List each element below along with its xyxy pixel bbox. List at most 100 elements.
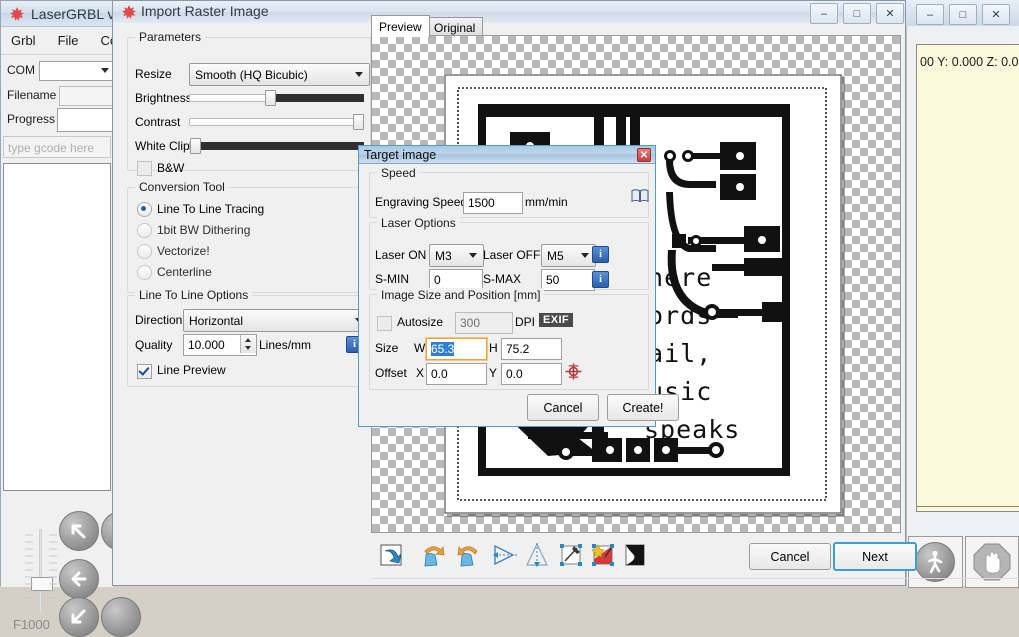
quality-stepper[interactable]: 10.000 (183, 334, 257, 356)
revert-button[interactable] (377, 541, 407, 571)
spin-down-icon[interactable] (245, 346, 251, 350)
crop-button[interactable] (557, 541, 587, 571)
mirror-vertical-button[interactable] (523, 541, 553, 571)
com-port-select[interactable] (39, 61, 113, 81)
white-clip-thumb[interactable] (190, 138, 201, 154)
filename-label: Filename (7, 88, 56, 102)
next-button[interactable]: Next (833, 542, 917, 571)
secondary-window-controls: – □ ✕ (916, 4, 1010, 25)
panel-divider (917, 506, 1019, 507)
dialog-create-button[interactable]: Create! (607, 394, 679, 421)
direction-label: Direction (135, 313, 182, 327)
jog-down-left-button[interactable] (59, 597, 99, 637)
bw-label: B&W (157, 161, 184, 175)
brightness-label: Brightness (135, 91, 192, 105)
brightness-fill (269, 94, 364, 102)
radio-label-vectorize: Vectorize! (157, 244, 210, 258)
menu-grbl[interactable]: Grbl (11, 33, 36, 48)
contrast-label: Contrast (135, 115, 180, 129)
brightness-thumb[interactable] (265, 90, 276, 106)
mirror-horizontal-button[interactable] (491, 541, 521, 571)
dpi-input: 300 (455, 312, 513, 334)
offset-y-input[interactable]: 0.0 (501, 363, 562, 385)
close-button[interactable]: ✕ (982, 4, 1010, 25)
jog-left-button[interactable] (59, 559, 99, 599)
run-icon-circle (915, 542, 955, 582)
contrast-thumb[interactable] (353, 114, 364, 130)
book-icon[interactable] (631, 188, 649, 204)
offset-y-value: 0.0 (506, 367, 523, 381)
radio-vectorize[interactable] (137, 244, 152, 259)
minimize-glyph: – (927, 9, 933, 21)
menu-file[interactable]: File (58, 33, 79, 48)
direction-select[interactable]: Horizontal (183, 309, 370, 332)
gcode-input[interactable]: type gcode here (3, 136, 111, 158)
maximize-glyph: □ (960, 9, 967, 21)
maximize-button[interactable]: □ (949, 4, 977, 25)
feedrate-label: F1000 (13, 617, 50, 632)
resize-select[interactable]: Smooth (HQ Bicubic) (189, 63, 370, 86)
target-dialog-titlebar[interactable]: Target image ✕ (359, 146, 655, 164)
console-listbox[interactable] (3, 163, 111, 491)
dialog-create-label: Create! (623, 401, 664, 415)
width-label: W (414, 341, 425, 355)
crosshair-icon[interactable] (565, 363, 582, 380)
lasergrbl-left-panel: COM Filename Progress type gcode here (1, 55, 113, 587)
engraving-speed-label: Engraving Speed (375, 195, 467, 209)
offset-y-label: Y (489, 366, 497, 380)
rotate-cw-button[interactable] (455, 541, 485, 571)
invert-button[interactable] (621, 541, 651, 571)
width-input[interactable]: 65.3 (426, 338, 487, 360)
progress-label: Progress (7, 112, 55, 126)
contrast-slider[interactable] (189, 114, 362, 128)
jog-up-left-button[interactable] (59, 511, 99, 551)
stop-button[interactable] (965, 536, 1019, 588)
maple-leaf-icon (121, 4, 137, 20)
laser-on-label: Laser ON (375, 248, 426, 262)
jog-down-button[interactable] (101, 597, 141, 637)
brightness-slider[interactable] (189, 90, 362, 104)
progress-bar (57, 108, 113, 132)
radio-1bit-bw-dithering[interactable] (137, 223, 152, 238)
chevron-down-icon (469, 253, 477, 258)
close-icon[interactable]: ✕ (637, 148, 651, 162)
line-preview-checkbox[interactable] (137, 364, 152, 379)
laser-off-label: Laser OFF (483, 248, 540, 262)
offset-label: Offset (375, 366, 407, 380)
offset-x-label: X (416, 366, 424, 380)
parameters-group-title: Parameters (135, 30, 205, 44)
laser-on-select[interactable]: M3 (429, 244, 484, 267)
effects-button[interactable] (589, 541, 619, 571)
laser-off-select[interactable]: M5 (541, 244, 596, 267)
maple-leaf-icon (9, 6, 25, 22)
arrow-down-left-icon (68, 606, 90, 628)
quality-unit-label: Lines/mm (259, 338, 311, 352)
autosize-checkbox[interactable] (377, 316, 392, 331)
info-icon-laser[interactable]: i (592, 246, 609, 263)
cancel-button[interactable]: Cancel (749, 543, 831, 570)
dialog-cancel-button[interactable]: Cancel (527, 394, 599, 421)
info-icon-power[interactable]: i (592, 271, 609, 288)
spin-up-icon[interactable] (245, 338, 251, 342)
smax-input[interactable]: 50 (541, 269, 595, 291)
direction-value: Horizontal (189, 314, 243, 328)
com-label: COM (7, 63, 35, 77)
rotate-ccw-button[interactable] (419, 541, 449, 571)
feedrate-slider[interactable] (19, 529, 65, 613)
white-clip-slider[interactable] (189, 138, 362, 152)
smax-value: 50 (546, 273, 559, 287)
radio-line-to-line-tracing[interactable] (137, 202, 152, 217)
radio-centerline[interactable] (137, 265, 152, 280)
tab-preview[interactable]: Preview (371, 15, 430, 37)
invert-icon (621, 541, 649, 569)
smin-label: S-MIN (375, 272, 409, 286)
minimize-button[interactable]: – (916, 4, 944, 25)
cancel-button-label: Cancel (771, 550, 810, 564)
tab-preview-label: Preview (379, 20, 422, 34)
bw-checkbox[interactable] (137, 161, 152, 176)
engraving-speed-input[interactable]: 1500 (463, 192, 523, 214)
quality-spin-buttons[interactable] (240, 335, 256, 353)
exif-badge[interactable]: EXIF (539, 313, 573, 327)
offset-x-input[interactable]: 0.0 (426, 363, 487, 385)
height-input[interactable]: 75.2 (501, 338, 562, 360)
